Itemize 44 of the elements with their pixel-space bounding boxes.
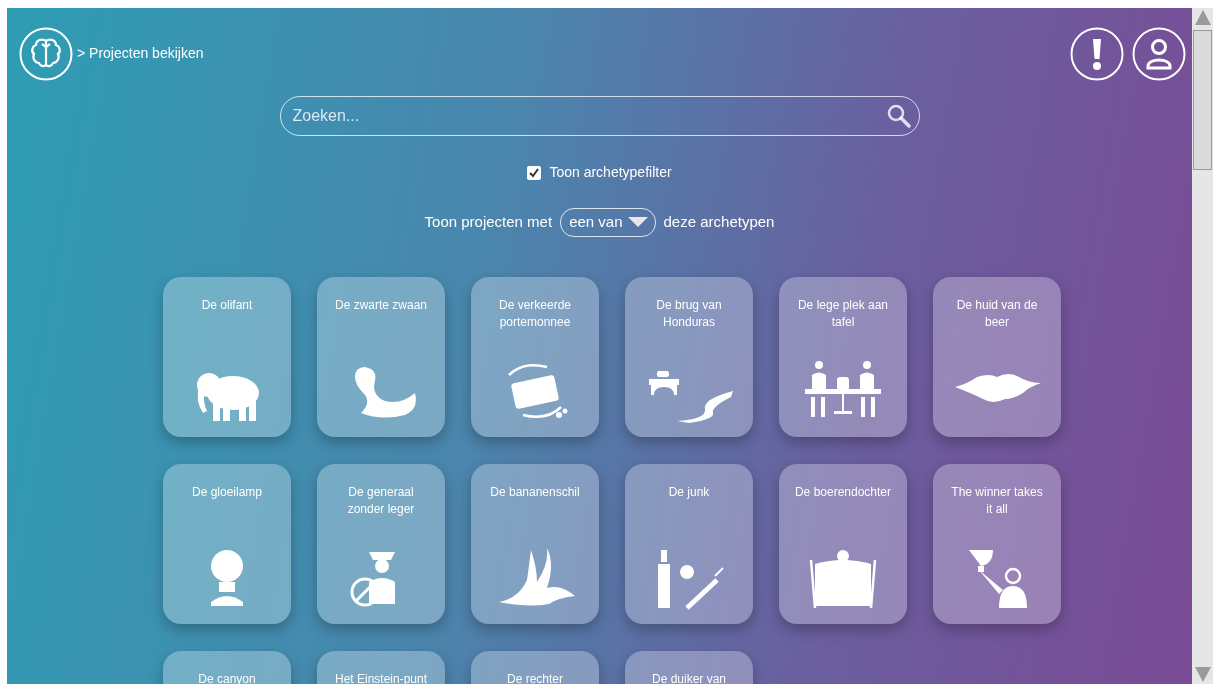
archetype-card[interactable]: The winner takes it all (933, 463, 1061, 624)
checkbox-label[interactable]: Toon archetypefilter (549, 162, 672, 183)
card-title: De generaal zonder leger (346, 483, 416, 518)
card-title: De rechter (507, 670, 563, 684)
search-icon[interactable] (885, 103, 912, 129)
user-icon[interactable] (1132, 26, 1186, 81)
card-title: De gloeilamp (191, 483, 262, 501)
archetype-card[interactable]: De duiker van (625, 650, 753, 684)
card-title: De zwarte zwaan (334, 296, 427, 314)
filter-label: deze archetypen (663, 212, 775, 232)
archetype-card[interactable]: De junk (625, 463, 753, 624)
scroll-down-icon[interactable] (1193, 666, 1212, 684)
card-title: De boerendochter (794, 483, 892, 501)
breadcrumb[interactable]: > Projecten bekijken (77, 43, 204, 64)
card-title: De lege plek aan tafel (796, 296, 890, 331)
archetype-card[interactable]: De bananenschil (471, 463, 599, 624)
archetype-card[interactable]: De generaal zonder leger (317, 463, 445, 624)
checkbox[interactable] (527, 165, 542, 180)
search-field[interactable]: Zoeken... (279, 96, 920, 136)
archetype-card[interactable]: De olifant (163, 276, 291, 437)
card-title: De verkeerde portemonnee (497, 296, 572, 331)
archetype-card[interactable]: De lege plek aan tafel (779, 276, 907, 437)
card-title: De duiker van (651, 670, 726, 684)
scroll-up-icon[interactable] (1193, 8, 1212, 26)
archetype-card[interactable]: De brug van Honduras (625, 276, 753, 437)
archetype-card[interactable]: De verkeerde portemonnee (471, 276, 599, 437)
brain-logo-icon[interactable] (19, 26, 73, 81)
archetype-card[interactable]: De huid van de beer (933, 276, 1061, 437)
archetype-card[interactable]: De boerendochter (779, 463, 907, 624)
scrollbar-thumb[interactable] (1193, 30, 1212, 170)
card-title: De huid van de beer (955, 296, 1039, 331)
scrollbar[interactable] (1192, 8, 1213, 684)
archetype-card[interactable]: De zwarte zwaan (317, 276, 445, 437)
exclamation-icon[interactable] (1070, 26, 1124, 81)
card-title: De brug van Honduras (655, 296, 723, 331)
filter-label: Toon projecten met (424, 212, 553, 232)
caret-icon (626, 216, 649, 229)
archetype-card[interactable]: De rechter (471, 650, 599, 684)
card-title: De junk (668, 483, 710, 501)
card-title: De bananenschil (490, 483, 580, 501)
mode-dropdown[interactable]: een van (560, 208, 656, 237)
card-title: De olifant (201, 296, 253, 314)
archetype-card[interactable]: De gloeilamp (163, 463, 291, 624)
card-title: The winner takes it all (950, 483, 1044, 518)
